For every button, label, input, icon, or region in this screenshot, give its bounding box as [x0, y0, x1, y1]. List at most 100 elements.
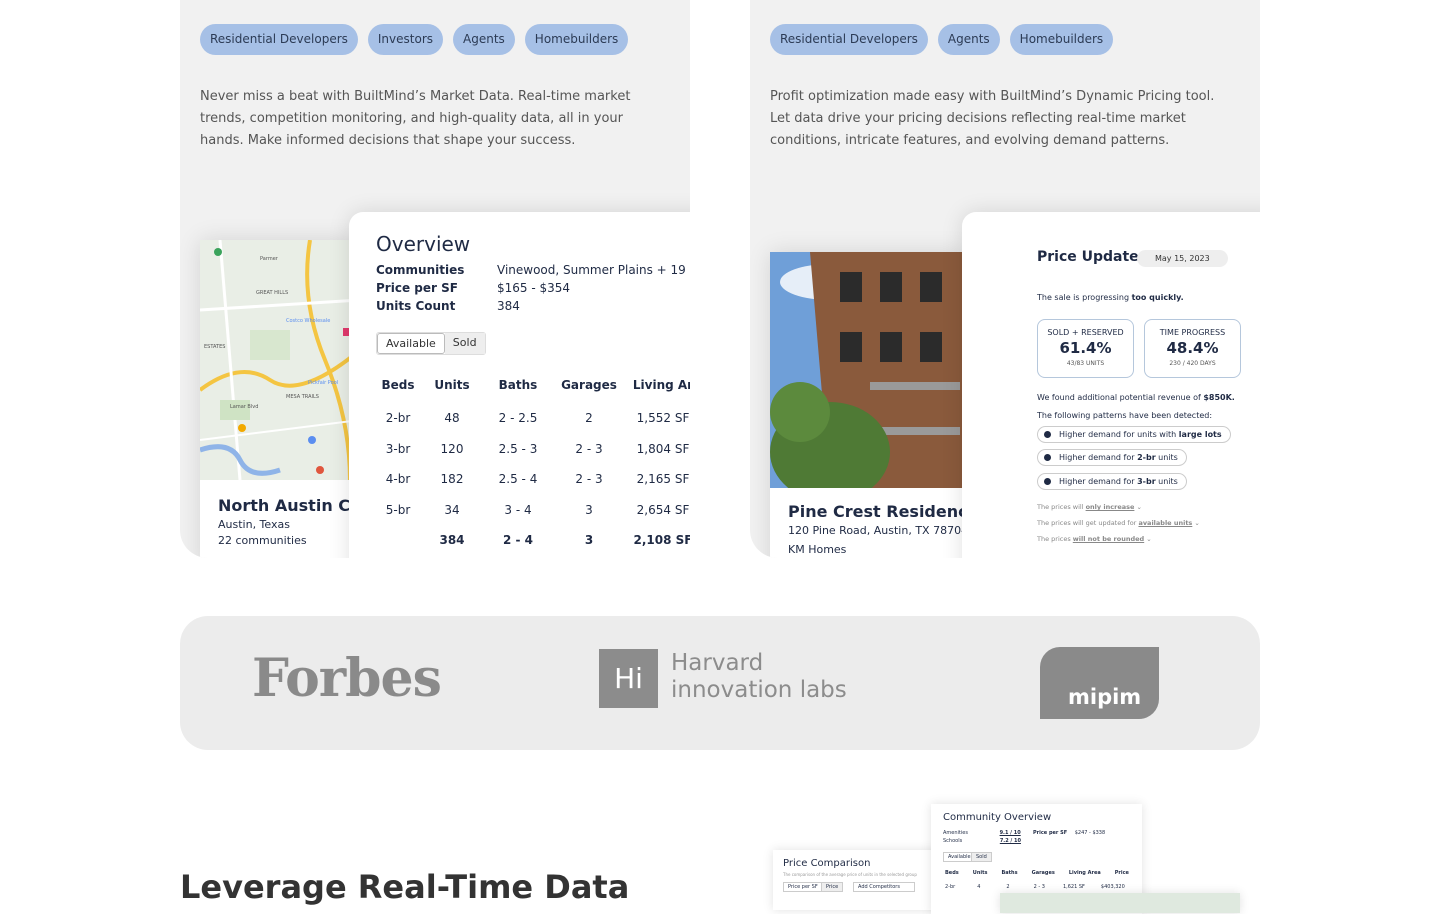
- map-label: Parmer: [260, 256, 278, 262]
- overview-panel: Overview Communities Vinewood, Summer Pla…: [349, 212, 690, 558]
- price-update-title: Price Update: [1037, 249, 1139, 265]
- property-builder: KM Homes: [788, 543, 847, 556]
- overview-value: 384: [497, 299, 520, 313]
- card-description: Profit optimization made easy with Built…: [770, 89, 1215, 148]
- table-total-row: 384 2 - 4 3 2,108 SF: [439, 533, 690, 548]
- harvard-logo-mark: Hi: [599, 649, 658, 708]
- overview-row: Communities Vinewood, Summer Plains + 19 …: [376, 263, 690, 277]
- price-update-panel: Price Update May 15, 2023 The sale is pr…: [962, 212, 1260, 558]
- market-data-card: Residential Developers Investors Agents …: [180, 0, 690, 558]
- harvard-logo-text: Harvard innovation labs: [671, 650, 847, 704]
- tag-investors[interactable]: Investors: [367, 24, 444, 55]
- units-table: Beds Units Baths Garages Living Ar 2-br 4…: [376, 367, 690, 556]
- availability-toggle: Available Sold: [376, 332, 486, 355]
- kpi-value: 48.4%: [1166, 339, 1219, 357]
- lightbulb-icon: [1044, 454, 1051, 461]
- tag-residential-developers[interactable]: Residential Developers: [200, 24, 358, 55]
- price-update-date: May 15, 2023: [1137, 250, 1228, 267]
- map-preview: [1000, 893, 1240, 913]
- press-logos-strip: Forbes Hi Harvard innovation labs mipim: [180, 616, 1260, 750]
- map-label: MESA TRAILS: [286, 394, 319, 400]
- table-row: 4-br 182 2.5 - 42 - 3 2,165 SF: [385, 472, 690, 487]
- kpi-time-progress: TIME PROGRESS 48.4% 230 / 420 DAYS: [1144, 319, 1241, 378]
- audience-tags: Residential Developers Investors Agents …: [200, 24, 629, 55]
- preview-row: Amenities 9.1 / 10: [943, 830, 1021, 836]
- tag-agents[interactable]: Agents: [937, 24, 1000, 55]
- price-comparison-preview: Price Comparison The comparison of the a…: [773, 850, 943, 910]
- harvard-line1: Harvard: [671, 650, 764, 676]
- map-label: Costco Wholesale: [286, 318, 331, 324]
- mipim-logo-text: mipim: [1068, 685, 1142, 709]
- toggle-available[interactable]: Available: [377, 333, 445, 354]
- toggle-sold[interactable]: Sold: [444, 333, 485, 354]
- preview-row: Schools 7.2 / 10: [943, 838, 1021, 844]
- property-address: 120 Pine Road, Austin, TX 78704: [788, 524, 969, 537]
- sale-status: The sale is progressing too quickly.: [1037, 293, 1184, 302]
- preview-row: Price per SF $247 - $338: [1033, 830, 1106, 836]
- table-row: 5-br 34 3 - 4 3 2,654 SF: [385, 502, 690, 517]
- overview-value: Vinewood, Summer Plains + 19 o: [497, 263, 690, 277]
- price-setting[interactable]: The prices will not be rounded ⌄: [1037, 535, 1152, 543]
- overview-row: Price per SF $165 - $354: [376, 281, 570, 295]
- pattern-pill: Higher demand for 2-br units: [1037, 449, 1187, 466]
- pattern-pill: Higher demand for 3-br units: [1037, 473, 1187, 490]
- column-header: Baths: [498, 378, 538, 392]
- kpi-label: SOLD + RESERVED: [1047, 328, 1124, 337]
- price-setting[interactable]: The prices will only increase ⌄: [1037, 503, 1142, 511]
- column-header: Living Ar: [632, 378, 690, 392]
- overview-label: Communities: [376, 263, 465, 277]
- table-row: 3-br 120 2.5 - 32 - 3 1,804 SF: [385, 441, 690, 456]
- preview-title: Community Overview: [943, 812, 1052, 823]
- preview-select[interactable]: Add Competitors: [853, 882, 915, 892]
- patterns-intro: The following patterns have been detecte…: [1037, 411, 1213, 420]
- tag-homebuilders[interactable]: Homebuilders: [524, 24, 629, 55]
- preview-subtitle: The comparison of the average price of u…: [783, 872, 917, 877]
- preview-tab[interactable]: Price per SF: [783, 882, 823, 892]
- tag-residential-developers[interactable]: Residential Developers: [770, 24, 928, 55]
- location-count: 22 communities: [218, 534, 307, 547]
- lightbulb-icon: [1044, 478, 1051, 485]
- property-panel: Pine Crest Residence 120 Pine Road, Aust…: [770, 252, 978, 558]
- overview-title: Overview: [376, 232, 471, 256]
- kpi-sold-reserved: SOLD + RESERVED 61.4% 43/83 UNITS: [1037, 319, 1134, 378]
- map-label: ESTATES: [204, 344, 226, 350]
- chevron-down-icon: ⌄: [1194, 519, 1200, 527]
- dynamic-pricing-card: Residential Developers Agents Homebuilde…: [750, 0, 1260, 558]
- revenue-note: We found additional potential revenue of…: [1037, 393, 1235, 402]
- property-name: Pine Crest Residence: [788, 502, 979, 521]
- column-header: Beds: [381, 378, 415, 392]
- table-header-row: Beds Units Baths Garages Living Ar: [376, 367, 690, 403]
- chevron-down-icon: ⌄: [1136, 503, 1142, 511]
- overview-value: $165 - $354: [497, 281, 571, 295]
- map-graphic: [200, 240, 360, 480]
- kpi-label: TIME PROGRESS: [1159, 328, 1226, 337]
- preview-table-header: Beds Units Baths Garages Living Area Price: [945, 870, 1129, 876]
- tag-homebuilders[interactable]: Homebuilders: [1009, 24, 1114, 55]
- map-label: Lamar Blvd: [230, 404, 259, 410]
- mipim-logo: mipim: [1040, 647, 1159, 719]
- location-title: North Austin Cor: [218, 496, 369, 515]
- preview-tab[interactable]: Price: [821, 882, 844, 892]
- harvard-line2: innovation labs: [671, 677, 847, 703]
- audience-tags: Residential Developers Agents Homebuilde…: [770, 24, 1114, 55]
- preview-title: Price Comparison: [783, 858, 871, 869]
- overview-label: Price per SF: [376, 281, 458, 295]
- column-header: Units: [434, 378, 470, 392]
- pattern-pill: Higher demand for units with large lots: [1037, 426, 1231, 443]
- property-photo: [770, 252, 970, 488]
- preview-tab[interactable]: Sold: [971, 852, 992, 862]
- kpi-sub: 43/83 UNITS: [1066, 360, 1105, 367]
- map-label: Pickfair Pool: [308, 380, 339, 386]
- section-heading: Leverage Real-Time Data: [180, 868, 630, 906]
- table-row: 2-br 48 2 - 2.5 2 1,552 SF: [385, 411, 690, 426]
- card-description: Never miss a beat with BuiltMind’s Marke…: [200, 89, 631, 148]
- lightbulb-icon: [1044, 431, 1051, 438]
- tag-agents[interactable]: Agents: [453, 24, 515, 55]
- map-image: GREAT HILLS Costco Wholesale ESTATES MES…: [200, 240, 360, 480]
- kpi-value: 61.4%: [1059, 339, 1112, 357]
- map-label: GREAT HILLS: [256, 290, 289, 296]
- map-panel: GREAT HILLS Costco Wholesale ESTATES MES…: [200, 240, 369, 558]
- forbes-logo: Forbes: [252, 648, 442, 709]
- overview-label: Units Count: [376, 299, 456, 313]
- price-setting[interactable]: The prices will get updated for availabl…: [1037, 519, 1200, 527]
